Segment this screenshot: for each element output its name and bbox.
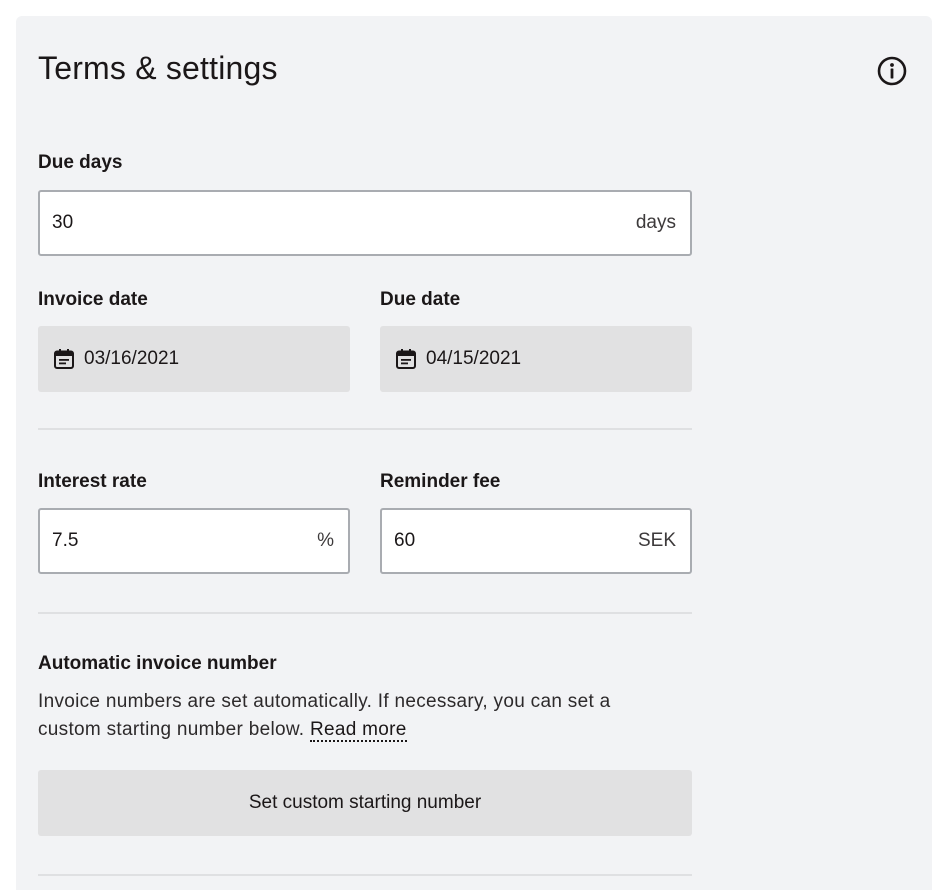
interest-rate-label: Interest rate <box>38 471 147 492</box>
info-icon[interactable] <box>876 55 908 87</box>
due-days-suffix: days <box>635 212 676 233</box>
read-more-link[interactable]: Read more <box>309 719 407 742</box>
reminder-fee-field[interactable]: SEK <box>380 508 692 574</box>
interest-rate-field[interactable]: % <box>38 508 350 574</box>
set-custom-starting-number-button[interactable]: Set custom starting number <box>38 770 692 836</box>
reminder-fee-label: Reminder fee <box>380 471 501 492</box>
interest-rate-input[interactable] <box>52 530 318 552</box>
calendar-icon <box>54 349 74 369</box>
invoice-number-description: Invoice numbers are set automatically. I… <box>38 688 678 744</box>
panel-title: Terms & settings <box>38 50 278 86</box>
due-date-value: 04/15/2021 <box>426 348 522 369</box>
invoice-date-field[interactable]: 03/16/2021 <box>38 326 350 392</box>
due-date-label: Due date <box>380 289 461 310</box>
section-divider <box>38 428 692 430</box>
reminder-fee-input[interactable] <box>394 530 638 552</box>
due-days-input[interactable] <box>52 212 636 234</box>
reminder-fee-suffix: SEK <box>637 530 676 551</box>
calendar-icon <box>396 349 416 369</box>
invoice-number-heading: Automatic invoice number <box>38 653 277 674</box>
due-days-label: Due days <box>38 152 123 173</box>
terms-settings-panel: Terms & settings Due days days Invoice d… <box>16 16 932 890</box>
invoice-date-label: Invoice date <box>38 289 148 310</box>
section-divider <box>38 612 692 614</box>
due-date-field[interactable]: 04/15/2021 <box>380 326 692 392</box>
invoice-date-value: 03/16/2021 <box>84 348 180 369</box>
due-days-field[interactable]: days <box>38 190 692 256</box>
interest-rate-suffix: % <box>317 530 334 551</box>
section-divider <box>38 874 692 876</box>
